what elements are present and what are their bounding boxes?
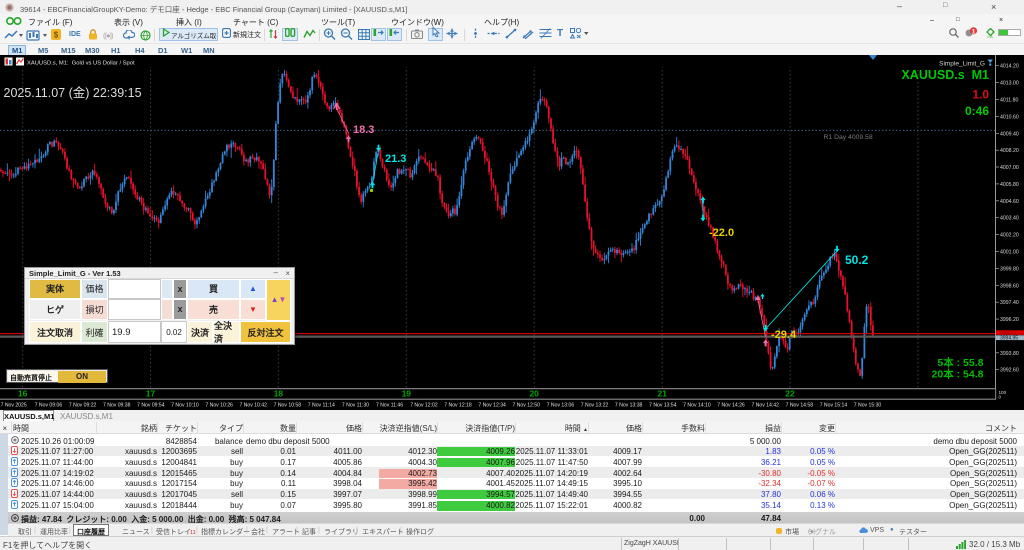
svg-text:XAUUSD.s M1: XAUUSD.s M1: [901, 68, 989, 82]
svg-text:7 Nov 13:06: 7 Nov 13:06: [547, 402, 575, 408]
svg-text:XAUUSD.s, M1: Gold vs US Doll: XAUUSD.s, M1: Gold vs US Dollar / Spot: [27, 61, 135, 67]
svg-text:7 Nov 14:26: 7 Nov 14:26: [717, 402, 745, 408]
svg-text:7 Nov 12:02: 7 Nov 12:02: [410, 402, 438, 408]
svg-text:4011.80: 4011.80: [1000, 98, 1018, 104]
svg-text:18.3: 18.3: [353, 124, 374, 136]
svg-text:4013.00: 4013.00: [1000, 81, 1019, 87]
svg-text:LVL: LVL: [988, 34, 994, 37]
svg-text:4009.40: 4009.40: [1000, 131, 1019, 137]
svg-text:2025.11.07 (金) 22:39:15: 2025.11.07 (金) 22:39:15: [4, 85, 142, 100]
svg-text:4004.60: 4004.60: [1000, 199, 1019, 205]
svg-text:7 Nov 09:54: 7 Nov 09:54: [137, 402, 165, 408]
svg-text:7 Nov 12:50: 7 Nov 12:50: [513, 402, 541, 408]
svg-text:3999.80: 3999.80: [1000, 266, 1019, 272]
svg-text:7 Nov 09:06: 7 Nov 09:06: [35, 402, 63, 408]
svg-text:1.0: 1.0: [972, 88, 989, 102]
svg-text:7 Nov 14:42: 7 Nov 14:42: [752, 402, 780, 408]
svg-text:7 Nov 11:46: 7 Nov 11:46: [376, 402, 403, 408]
svg-text:3998.60: 3998.60: [1000, 283, 1019, 289]
svg-text:4002.20: 4002.20: [1000, 233, 1019, 239]
svg-text:Simple_Limit_G: Simple_Limit_G: [939, 61, 985, 68]
svg-text:1: 1: [972, 28, 976, 35]
svg-text:$: $: [54, 31, 59, 40]
svg-text:7 Nov 2025: 7 Nov 2025: [1, 402, 27, 408]
svg-text:4005.80: 4005.80: [1000, 182, 1019, 188]
svg-text:R1 Day 4009.58: R1 Day 4009.58: [824, 134, 873, 141]
svg-text:3994.95: 3994.95: [1000, 336, 1018, 342]
svg-text:7 Nov 11:14: 7 Nov 11:14: [308, 402, 335, 408]
svg-text:7 Nov 15:30: 7 Nov 15:30: [854, 402, 882, 408]
svg-text:7 Nov 14:10: 7 Nov 14:10: [683, 402, 711, 408]
svg-text:4014.20: 4014.20: [1000, 64, 1019, 70]
svg-text:7 Nov 13:22: 7 Nov 13:22: [581, 402, 609, 408]
svg-text:4003.40: 4003.40: [1000, 216, 1019, 222]
svg-text:19: 19: [402, 388, 412, 398]
svg-text:7 Nov 15:14: 7 Nov 15:14: [820, 402, 848, 408]
svg-text:3996.20: 3996.20: [1000, 317, 1019, 323]
svg-text:4010.60: 4010.60: [1000, 114, 1019, 120]
svg-text:7 Nov 13:38: 7 Nov 13:38: [615, 402, 643, 408]
svg-text:16: 16: [18, 388, 28, 398]
svg-text:3997.40: 3997.40: [1000, 300, 1019, 306]
svg-text:-22.0: -22.0: [709, 227, 734, 239]
svg-text:50.2: 50.2: [845, 253, 869, 267]
svg-text:7 Nov 10:42: 7 Nov 10:42: [240, 402, 268, 408]
svg-text:7 Nov 11:30: 7 Nov 11:30: [342, 402, 369, 408]
svg-text:5本 : 55.8: 5本 : 55.8: [937, 356, 983, 369]
svg-text:21.3: 21.3: [385, 153, 406, 165]
svg-text:1: 1: [278, 29, 279, 35]
svg-text:7 Nov 09:38: 7 Nov 09:38: [103, 402, 131, 408]
svg-text:22: 22: [785, 388, 795, 398]
svg-text:-29.4: -29.4: [771, 329, 797, 341]
svg-text:4008.20: 4008.20: [1000, 148, 1019, 154]
svg-text:7 Nov 10:10: 7 Nov 10:10: [171, 402, 199, 408]
svg-text:4001.00: 4001.00: [1000, 250, 1019, 256]
svg-text:7 Nov 10:26: 7 Nov 10:26: [205, 402, 233, 408]
svg-text:7 Nov 12:34: 7 Nov 12:34: [478, 402, 506, 408]
svg-text:7 Nov 09:22: 7 Nov 09:22: [69, 402, 97, 408]
svg-text:7 Nov 13:54: 7 Nov 13:54: [649, 402, 677, 408]
svg-text:4007.00: 4007.00: [1000, 165, 1019, 171]
svg-text:3993.80: 3993.80: [1000, 351, 1019, 357]
svg-text:0: 0: [999, 394, 1002, 399]
svg-text:21: 21: [657, 388, 667, 398]
svg-text:17: 17: [146, 388, 156, 398]
svg-text:7 Nov 12:18: 7 Nov 12:18: [444, 402, 472, 408]
svg-text:18: 18: [274, 388, 284, 398]
svg-text:20: 20: [529, 388, 539, 398]
svg-text:20本 : 54.8: 20本 : 54.8: [932, 368, 984, 381]
svg-text:3992.60: 3992.60: [1000, 368, 1019, 374]
svg-text:0:46: 0:46: [965, 104, 989, 118]
svg-text:7 Nov 14:58: 7 Nov 14:58: [786, 402, 814, 408]
svg-text:7 Nov 10:58: 7 Nov 10:58: [274, 402, 302, 408]
